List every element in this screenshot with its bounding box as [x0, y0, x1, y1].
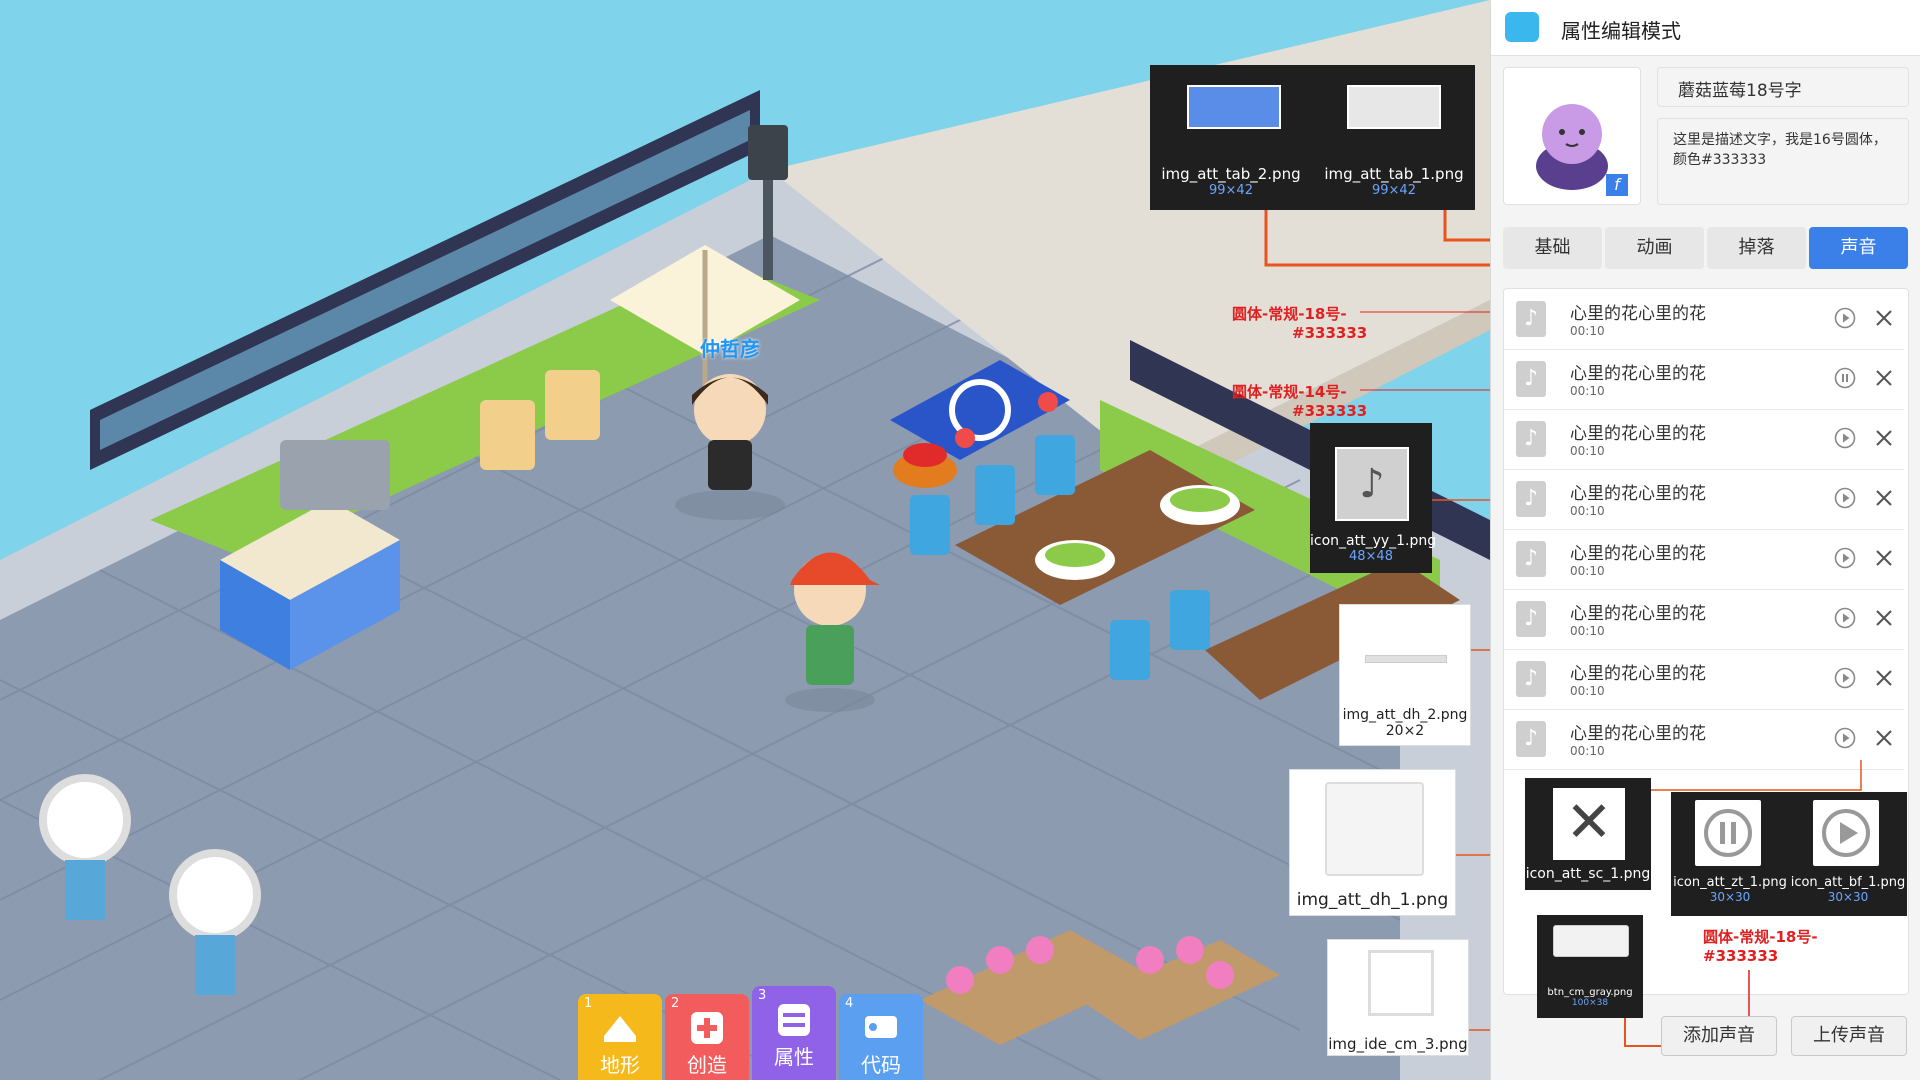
code-icon [865, 1016, 897, 1038]
divider-swatch [1365, 655, 1447, 663]
annotation-dims: 20×2 [1385, 723, 1425, 739]
tab-assets-annotation: img_att_tab_2.png 99×42 img_att_tab_1.pn… [1150, 65, 1475, 210]
tool-number: 4 [845, 996, 854, 1011]
tool-number: 2 [671, 996, 680, 1011]
tool-create[interactable]: 2 创造 [665, 994, 749, 1080]
background-swatch [1325, 782, 1424, 876]
frame-swatch [1368, 950, 1434, 1016]
music-icon-annotation: ♪ icon_att_yy_1.png 48×48 [1310, 423, 1437, 573]
tab-active-swatch [1187, 85, 1281, 129]
annotation-filename: img_att_dh_1.png [1296, 890, 1449, 910]
annotation-dims: 48×48 [1349, 549, 1393, 564]
tool-number: 3 [758, 988, 767, 1003]
annotation-filename: img_att_dh_2.png [1342, 707, 1468, 723]
tool-label: 创造 [687, 1053, 727, 1077]
property-panel: 属性编辑模式 f 蘑菇蓝莓18号字 这里是描述文字，我是16号圆体， 颜色#33… [1490, 0, 1920, 1080]
annotation-filename: icon_att_yy_1.png [1310, 533, 1437, 549]
tool-terrain[interactable]: 1 地形 [578, 994, 662, 1080]
tool-label: 代码 [861, 1053, 901, 1077]
tool-number: 1 [584, 996, 593, 1011]
annotation-dims: 99×42 [1372, 183, 1416, 198]
background-annotation: img_att_dh_1.png [1290, 770, 1455, 915]
font-spec-label: 圆体-常规-14号- #333333 [1232, 383, 1368, 420]
upload-sound-button[interactable]: 上传声音 [1791, 1016, 1907, 1056]
tool-label: 地形 [600, 1053, 640, 1077]
annotation-filename: img_ide_cm_3.png [1328, 1035, 1468, 1053]
tool-label: 属性 [774, 1045, 814, 1069]
annotation-filename: img_att_tab_1.png [1324, 165, 1464, 183]
music-note-icon: ♪ [1335, 447, 1409, 521]
annotation-filename: img_att_tab_2.png [1161, 165, 1301, 183]
terrain-icon [604, 1016, 636, 1042]
annotation-connector [1624, 760, 1862, 1047]
frame-annotation: img_ide_cm_3.png [1328, 940, 1468, 1055]
character-name-label: 仲哲彦 [700, 337, 760, 361]
sliders-icon [778, 1004, 810, 1036]
annotation-dims: 99×42 [1209, 183, 1253, 198]
tool-properties[interactable]: 3 属性 [752, 986, 836, 1080]
divider-annotation: img_att_dh_2.png 20×2 [1340, 605, 1470, 745]
editor-toolbar: 1 地形 2 创造 3 属性 4 代码 [578, 986, 926, 1080]
tab-inactive-swatch [1347, 85, 1441, 129]
font-spec-label: 圆体-常规-18号- #333333 [1232, 305, 1368, 342]
game-scene[interactable]: 仲哲彦 img_att_tab_2.png 99×42 img_att_tab_… [0, 0, 1490, 1080]
plus-icon [691, 1012, 723, 1044]
add-sound-button[interactable]: 添加声音 [1661, 1016, 1777, 1056]
tool-code[interactable]: 4 代码 [839, 994, 923, 1080]
